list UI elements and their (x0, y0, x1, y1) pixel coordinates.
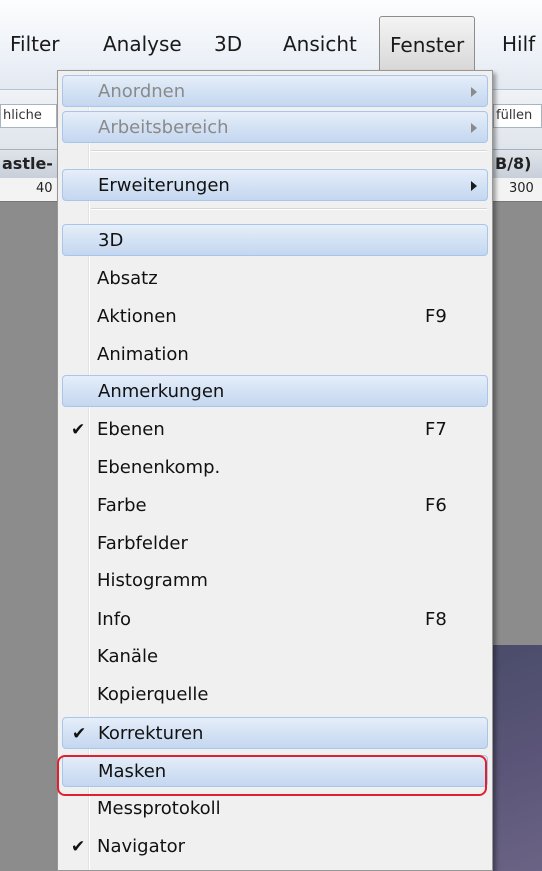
menu-item-label: Histogramm (97, 570, 208, 591)
menu-item-label: Anordnen (98, 81, 186, 102)
menu-item-label: Kopierquelle (97, 684, 209, 705)
menu-item-label: Arbeitsbereich (98, 117, 229, 138)
fenster-dropdown-menu: Anordnen Arbeitsbereich Erweiterungen 3D… (57, 70, 493, 871)
checkmark-icon: ✔ (71, 420, 86, 440)
menu-item-label: Ebenen (97, 419, 165, 440)
menu-item-shortcut: F9 (425, 306, 447, 327)
menu-item-label: Farbfelder (97, 533, 188, 554)
menu-item-korrekturen[interactable]: ✔ Korrekturen (62, 717, 488, 749)
menu-item-histogramm[interactable]: Histogramm (62, 565, 488, 597)
menu-item-3d[interactable]: 3D (62, 224, 488, 256)
menu-item-label: Animation (97, 344, 189, 365)
menu-item-ebenenkomp[interactable]: Ebenenkomp. (62, 452, 488, 484)
document-image (492, 645, 542, 871)
menu-item-kanaele[interactable]: Kanäle (62, 641, 488, 673)
checkmark-icon: ✔ (71, 837, 86, 857)
menu-item-animation[interactable]: Animation (62, 339, 488, 371)
menu-item-label: 3D (98, 230, 124, 251)
menu-item-label: Erweiterungen (98, 175, 230, 196)
ruler-left: 40 (0, 178, 57, 202)
menu-item-label: Navigator (97, 836, 186, 857)
checkmark-icon: ✔ (72, 724, 87, 744)
submenu-arrow-icon (471, 181, 477, 191)
menu-item-info[interactable]: Info F8 (62, 604, 488, 636)
menu-item-navigator[interactable]: ✔ Navigator (62, 831, 488, 863)
menu-item-shortcut: F8 (425, 609, 447, 630)
menu-separator (91, 208, 487, 210)
ruler-right: 300 (493, 178, 542, 202)
ruler-label-right: 300 (509, 181, 534, 196)
menu-item-arbeitsbereich[interactable]: Arbeitsbereich (62, 111, 488, 143)
menu-item-kopierquelle[interactable]: Kopierquelle (62, 679, 488, 711)
menu-item-label: Farbe (97, 495, 147, 516)
menu-3d[interactable]: 3D (214, 16, 242, 72)
menu-item-label: Kanäle (97, 646, 159, 667)
options-field-right[interactable]: füllen (493, 104, 542, 128)
menu-item-label: Absatz (97, 268, 158, 289)
menu-filter[interactable]: Filter (10, 16, 60, 72)
menu-item-label: Ebenenkomp. (97, 457, 221, 478)
menu-item-absatz[interactable]: Absatz (62, 263, 488, 295)
menu-item-ebenen[interactable]: ✔ Ebenen F7 (62, 414, 488, 446)
menu-separator (91, 150, 487, 152)
menu-item-anordnen[interactable]: Anordnen (62, 75, 488, 107)
menu-item-label: Messprotokoll (97, 798, 221, 819)
menu-item-label: Aktionen (97, 306, 177, 327)
menu-item-erweiterungen[interactable]: Erweiterungen (62, 169, 488, 201)
options-field-left[interactable]: hliche (0, 104, 57, 128)
menu-item-messprotokoll[interactable]: Messprotokoll (62, 793, 488, 825)
menu-analyse[interactable]: Analyse (103, 16, 182, 72)
menu-item-farbe[interactable]: Farbe F6 (62, 490, 488, 522)
menu-item-shortcut: F6 (425, 495, 447, 516)
annotation-highlight-box (57, 755, 487, 796)
menu-item-label: Anmerkungen (98, 381, 225, 402)
menu-ansicht[interactable]: Ansicht (283, 16, 357, 72)
menu-item-anmerkungen[interactable]: Anmerkungen (62, 375, 488, 407)
menu-item-aktionen[interactable]: Aktionen F9 (62, 301, 488, 333)
document-tab-right[interactable]: B/8) (493, 150, 542, 178)
document-tab-left[interactable]: astle- (0, 150, 57, 178)
submenu-arrow-icon (471, 87, 477, 97)
submenu-arrow-icon (471, 123, 477, 133)
ruler-label-left: 40 (36, 181, 53, 196)
menu-item-shortcut: F7 (425, 419, 447, 440)
menu-hilfe[interactable]: Hilf (502, 16, 535, 72)
menu-item-label: Korrekturen (98, 723, 204, 744)
menu-item-label: Info (97, 609, 132, 630)
menu-item-farbfelder[interactable]: Farbfelder (62, 528, 488, 560)
menu-fenster[interactable]: Fenster (379, 16, 476, 72)
